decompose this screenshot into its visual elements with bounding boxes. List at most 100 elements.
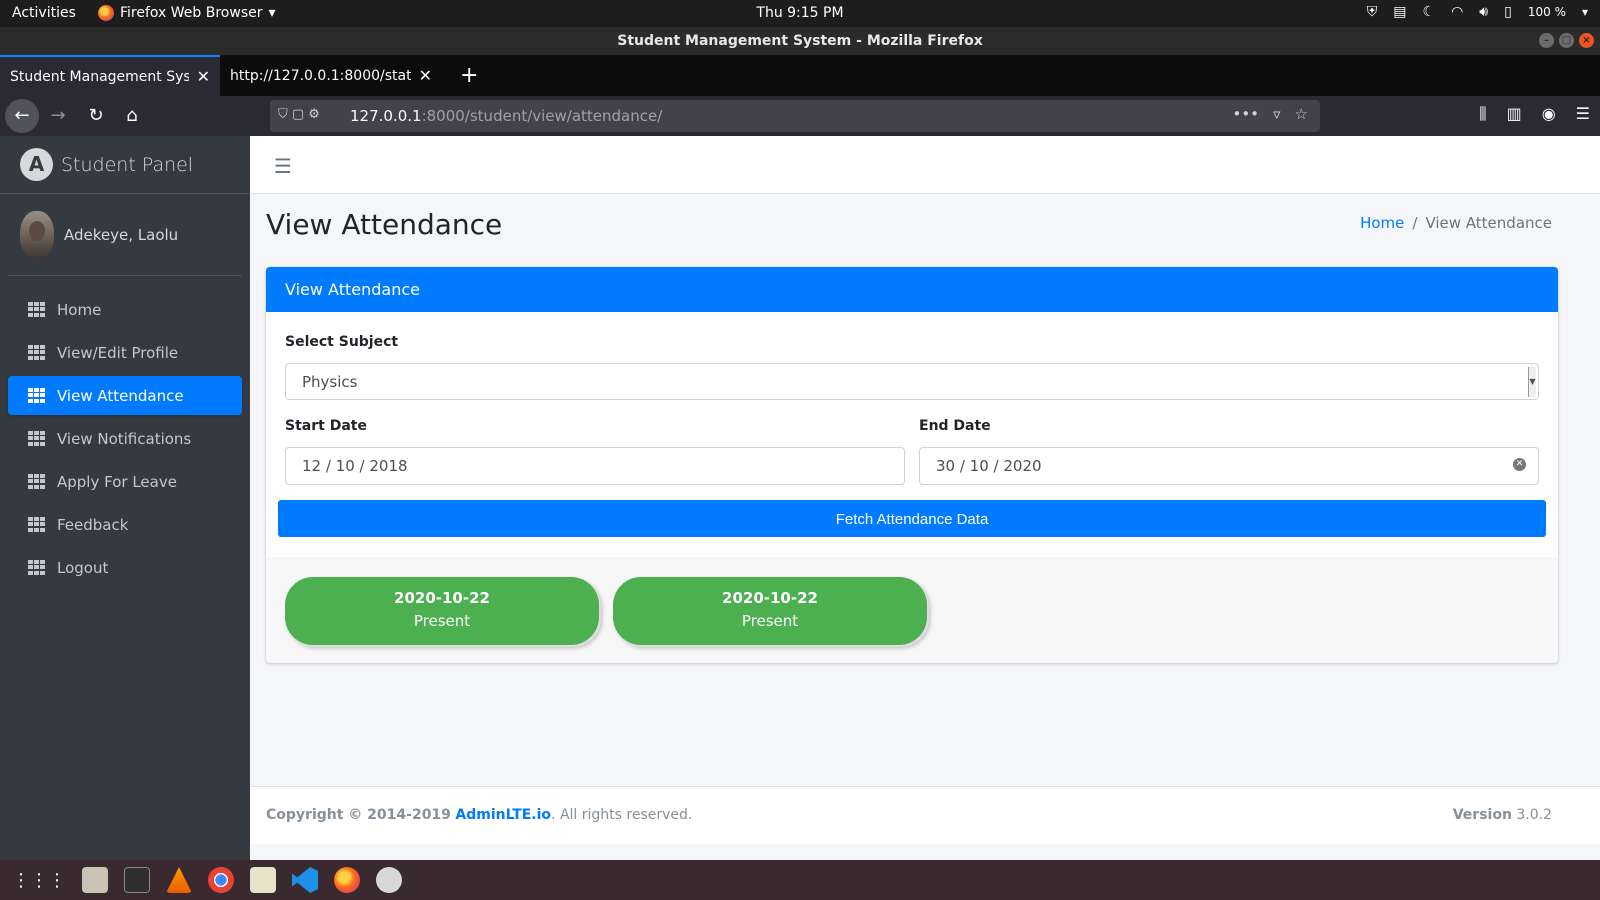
shield-icon[interactable]: ⛨ [1367,4,1378,20]
app-grid-icon[interactable]: ⋮⋮⋮ [12,870,66,891]
battery-icon: ▯ [1504,4,1512,20]
url-bar[interactable]: ⛉ ▢ ⚙ 127.0.0.1 :8000/student/view/atten… [270,100,1320,132]
tab-label: http://127.0.0.1:8000/static/ [230,67,411,84]
end-date-input[interactable]: 30 / 10 / 2020 ✕ [919,447,1539,485]
notes-icon[interactable]: ▤ [1393,4,1406,20]
settings-icon[interactable] [376,867,402,893]
attendance-record: 2020-10-22 Present [285,577,599,645]
more-actions-icon[interactable]: ••• [1232,105,1259,123]
terminal-icon[interactable] [124,867,150,893]
grid-icon [28,517,45,532]
back-icon[interactable]: ← [5,99,39,133]
sidebar-item-view-attendance[interactable]: View Attendance [8,376,242,415]
sidebar-item-notifications[interactable]: View Notifications [8,419,242,458]
end-date-value: 30 / 10 / 2020 [936,457,1042,475]
sidebar-item-profile[interactable]: View/Edit Profile [8,333,242,372]
main-footer: Copyright © 2014-2019 AdminLTE.io. All r… [250,786,1600,844]
subject-select[interactable]: Physics ▼ [285,363,1539,400]
vlc-icon[interactable] [166,867,192,893]
sidebar-item-label: Apply For Leave [57,472,177,491]
new-tab-icon[interactable]: + [460,63,478,88]
close-tab-icon[interactable]: ✕ [197,67,210,86]
files-icon[interactable] [82,867,108,893]
close-tab-icon[interactable]: ✕ [419,66,432,85]
library-icon[interactable]: ⫼ [1479,104,1486,124]
breadcrumb-separator: / [1412,214,1418,232]
clear-icon[interactable]: ✕ [1513,458,1526,471]
footer-version: Version 3.0.2 [1453,787,1552,843]
chrome-icon[interactable] [208,867,234,893]
url-path: :8000/student/view/attendance/ [421,107,663,125]
window-title: Student Management System - Mozilla Fire… [0,27,1600,55]
bookmark-star-icon[interactable]: ☆ [1295,105,1308,123]
sidebar-item-home[interactable]: Home [8,290,242,329]
start-date-label: Start Date [285,418,367,434]
tab-student-management[interactable]: Student Management System ✕ [0,55,220,96]
sidebar-item-logout[interactable]: Logout [8,548,242,587]
breadcrumb-home-link[interactable]: Home [1360,214,1404,232]
hamburger-icon[interactable]: ☰ [274,154,292,178]
main-header: ☰ [250,136,1600,194]
adminlte-link[interactable]: AdminLTE.io [455,807,551,823]
maximize-icon[interactable]: □ [1559,33,1574,48]
url-host: 127.0.0.1 [350,107,422,125]
brand-text: Student Panel [61,153,194,176]
grid-icon [28,302,45,317]
account-icon[interactable]: ◉ [1542,104,1556,124]
rights-text: . All rights reserved. [551,807,693,823]
grid-icon [28,345,45,360]
sidebar-item-label: Home [57,300,102,319]
close-window-icon[interactable]: × [1579,33,1594,48]
grid-icon [28,474,45,489]
forward-icon[interactable]: → [44,102,72,130]
card-header: View Attendance [266,267,1558,312]
main-sidebar: A Student Panel Adekeye, Laolu Home View… [0,136,250,860]
sidebar-item-feedback[interactable]: Feedback [8,505,242,544]
app-menu-label: Firefox Web Browser [120,5,263,21]
firefox-dock-icon[interactable] [334,867,360,893]
chevron-down-icon: ▾ [268,5,276,21]
minimize-icon[interactable]: – [1539,33,1554,48]
attendance-status: Present [741,612,799,630]
text-editor-icon[interactable] [250,867,276,893]
volume-icon: 🔊︎ [1479,4,1489,20]
reload-icon[interactable]: ↻ [82,102,110,130]
attendance-record: 2020-10-22 Present [613,577,927,645]
version-value: 3.0.2 [1516,807,1552,823]
brand-link[interactable]: A Student Panel [0,136,250,194]
fetch-attendance-button[interactable]: Fetch Attendance Data [278,500,1546,537]
user-name[interactable]: Adekeye, Laolu [64,226,178,244]
grid-icon [28,431,45,446]
battery-percent: 100 % [1527,5,1566,19]
subject-select-value: Physics [302,373,358,391]
footer-copyright: Copyright © 2014-2019 AdminLTE.io. All r… [266,787,692,843]
system-menu-chevron-icon[interactable]: ▾ [1582,5,1588,19]
breadcrumb-current: View Attendance [1425,214,1552,232]
sidebar-item-label: View Attendance [57,386,184,405]
app-menu[interactable]: Firefox Web Browser ▾ [98,5,276,21]
system-tray[interactable]: ⛨ ▤ ☾ ◠ 🔊︎ ▯ 100 % ▾ [1367,4,1588,20]
url-actions: ••• ▿ ☆ [1232,105,1308,123]
wifi-icon: ◠ [1451,4,1464,20]
subject-label: Select Subject [285,334,399,350]
copyright-text: Copyright © 2014-2019 [266,807,451,823]
night-light-icon: ☾ [1422,4,1436,20]
grid-icon [28,560,45,575]
attendance-date: 2020-10-22 [722,589,818,607]
sidebar-toggle-icon[interactable]: ▥ [1507,104,1522,124]
sidebar-item-label: View Notifications [57,429,192,448]
tracking-shield-icon[interactable]: ⛉ ▢ ⚙ [278,107,320,122]
menu-icon[interactable]: ☰ [1576,104,1590,124]
page-title: View Attendance [266,208,503,241]
sidebar-item-label: View/Edit Profile [57,343,179,362]
sidebar-item-apply-leave[interactable]: Apply For Leave [8,462,242,501]
breadcrumb: Home / View Attendance [1360,214,1552,232]
start-date-input[interactable]: 12 / 10 / 2018 [285,447,905,485]
pocket-icon[interactable]: ▿ [1273,105,1281,123]
vscode-icon[interactable] [292,867,318,893]
activities-button[interactable]: Activities [12,5,76,21]
content-wrapper: ☰ View Attendance Home / View Attendance V… [250,136,1600,860]
tab-static[interactable]: http://127.0.0.1:8000/static/ ✕ [220,55,442,96]
user-panel: Adekeye, Laolu [8,194,242,276]
home-icon[interactable]: ⌂ [118,102,146,130]
